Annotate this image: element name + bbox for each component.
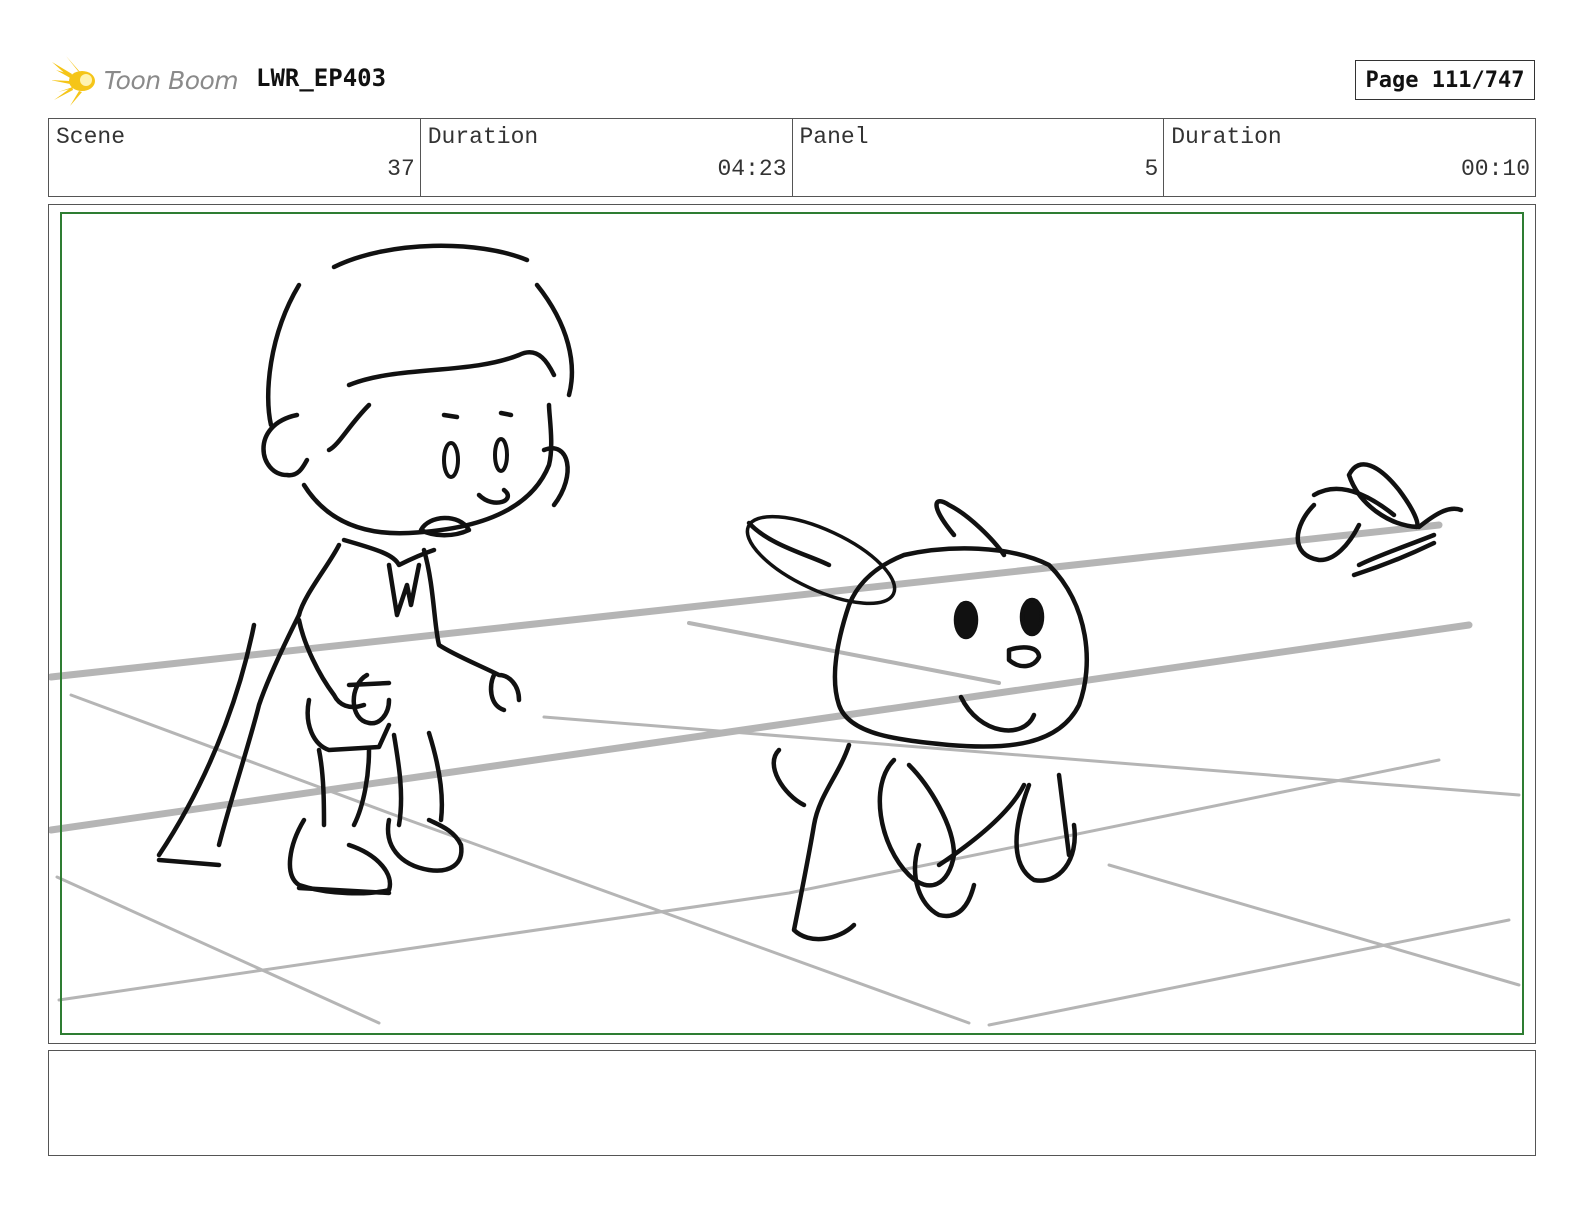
scene-info-bar: Scene 37 Duration 04:23 Panel 5 Duration… <box>48 118 1536 197</box>
panel-cell: Panel 5 <box>793 119 1165 196</box>
toon-boom-logo: Toon Boom <box>52 56 242 106</box>
logo-text: Toon Boom <box>104 66 239 95</box>
panel-duration-value: 00:10 <box>1460 156 1530 182</box>
page-number: Page 111/747 <box>1355 60 1535 100</box>
panel-notes <box>48 1050 1536 1156</box>
scene-duration-cell: Duration 04:23 <box>421 119 793 196</box>
sun-burst-icon <box>52 56 95 106</box>
scene-label: Scene <box>56 124 126 150</box>
scene-cell: Scene 37 <box>49 119 421 196</box>
project-title: LWR_EP403 <box>256 64 387 92</box>
panel-duration-cell: Duration 00:10 <box>1164 119 1535 196</box>
scene-duration-label: Duration <box>427 124 539 150</box>
scene-duration-value: 04:23 <box>717 156 787 182</box>
panel-value: 5 <box>1144 156 1159 182</box>
safe-area-frame <box>60 212 1524 1035</box>
panel-label: Panel <box>799 124 869 150</box>
scene-value: 37 <box>387 156 415 182</box>
panel-duration-label: Duration <box>1171 124 1282 150</box>
